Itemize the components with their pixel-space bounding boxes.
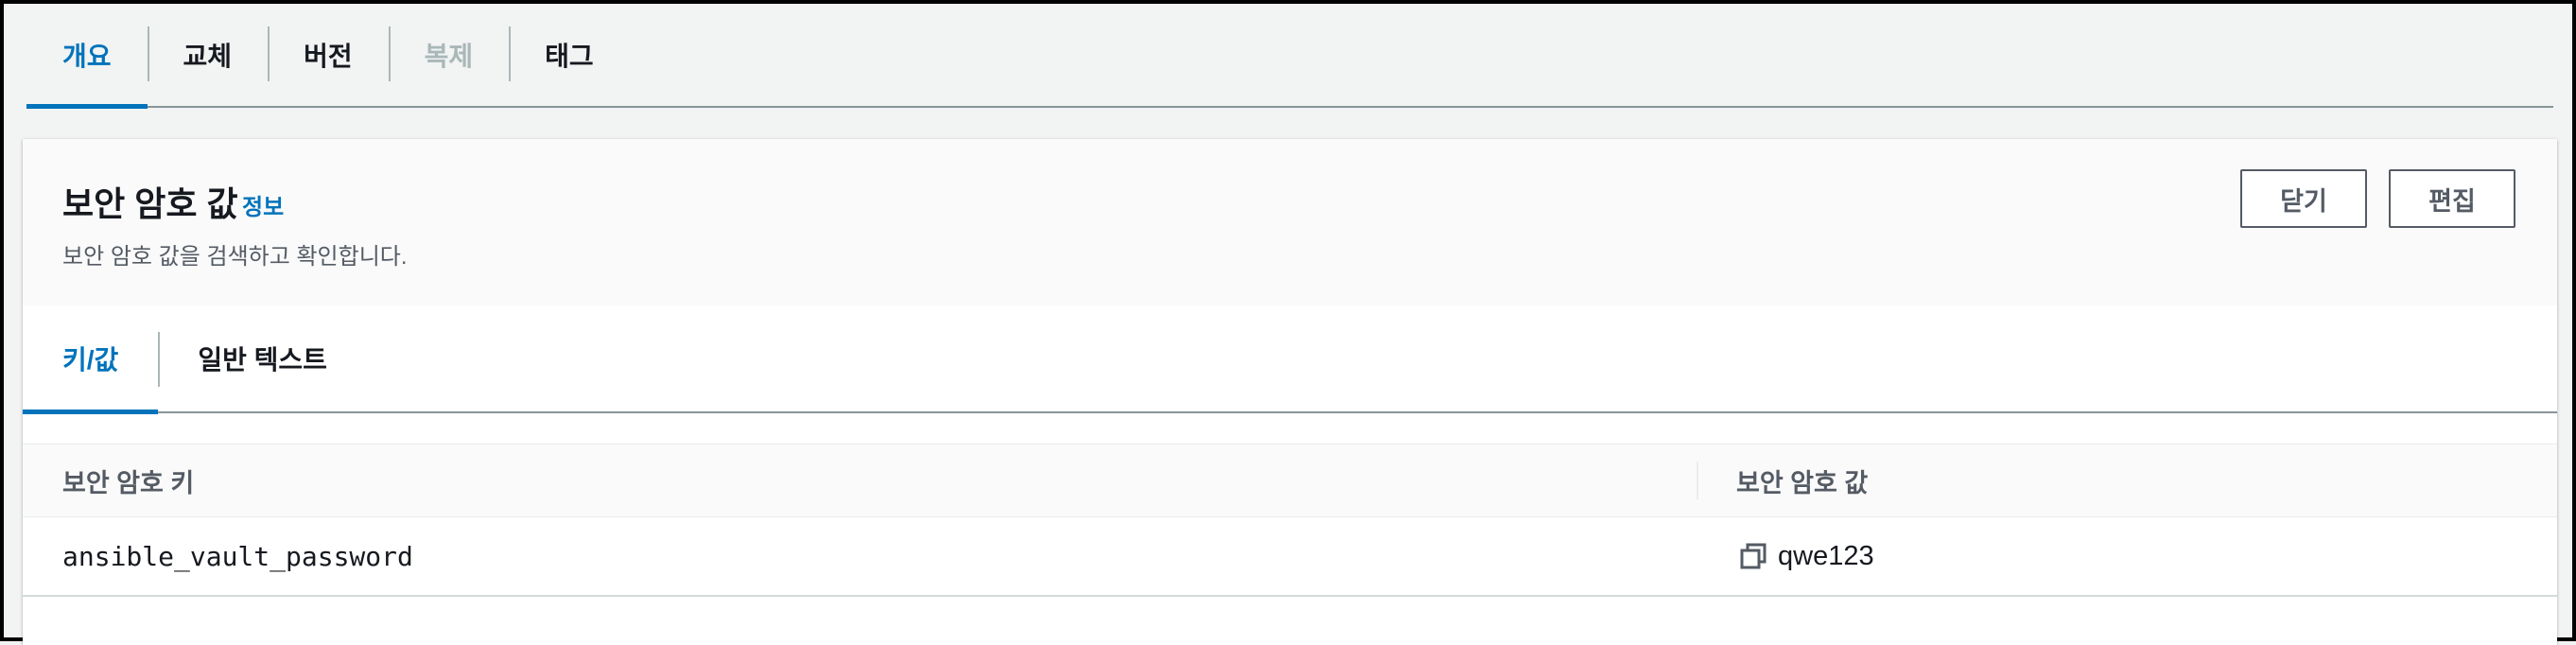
- panel-header: 보안 암호 값 정보 보안 암호 값을 검색하고 확인합니다. 닫기 편집: [23, 139, 2557, 306]
- tab-plaintext[interactable]: 일반 텍스트: [158, 305, 367, 411]
- secret-key-cell: ansible_vault_password: [62, 540, 413, 572]
- secret-value-text: qwe123: [1778, 540, 1874, 571]
- info-link[interactable]: 정보: [242, 188, 284, 221]
- copy-icon[interactable]: [1738, 541, 1768, 571]
- column-header-secret-value: 보안 암호 값: [1697, 445, 2557, 516]
- tab-replication: 복제: [388, 4, 510, 106]
- panel-description: 보안 암호 값을 검색하고 확인합니다.: [62, 244, 408, 270]
- secret-value-panel: 보안 암호 값 정보 보안 암호 값을 검색하고 확인합니다. 닫기 편집 키/…: [23, 139, 2557, 645]
- close-button[interactable]: 닫기: [2240, 169, 2367, 228]
- tab-versions[interactable]: 버전: [268, 4, 389, 106]
- value-view-tab-bar: 키/값 일반 텍스트: [23, 305, 2557, 414]
- tab-overview[interactable]: 개요: [26, 4, 148, 109]
- tab-key-value[interactable]: 키/값: [23, 305, 159, 414]
- tab-tags[interactable]: 태그: [509, 4, 630, 106]
- secret-details-frame: 개요 교체 버전 복제 태그 보안 암호 값 정보 보안 암호 값을 검색하고 …: [0, 0, 2576, 645]
- secret-value-cell: qwe123: [1697, 517, 2557, 595]
- column-header-secret-key: 보안 암호 키: [62, 468, 195, 497]
- table-row: ansible_vault_password qwe123: [23, 517, 2557, 597]
- edit-button[interactable]: 편집: [2389, 169, 2515, 228]
- tab-rotation[interactable]: 교체: [147, 4, 269, 106]
- table-header: 보안 암호 키 보안 암호 값: [23, 444, 2557, 517]
- panel-title: 보안 암호 값: [62, 184, 238, 223]
- top-tab-bar: 개요 교체 버전 복제 태그: [26, 4, 2553, 109]
- secret-table: 보안 암호 키 보안 암호 값 ansible_vault_password q…: [23, 444, 2557, 597]
